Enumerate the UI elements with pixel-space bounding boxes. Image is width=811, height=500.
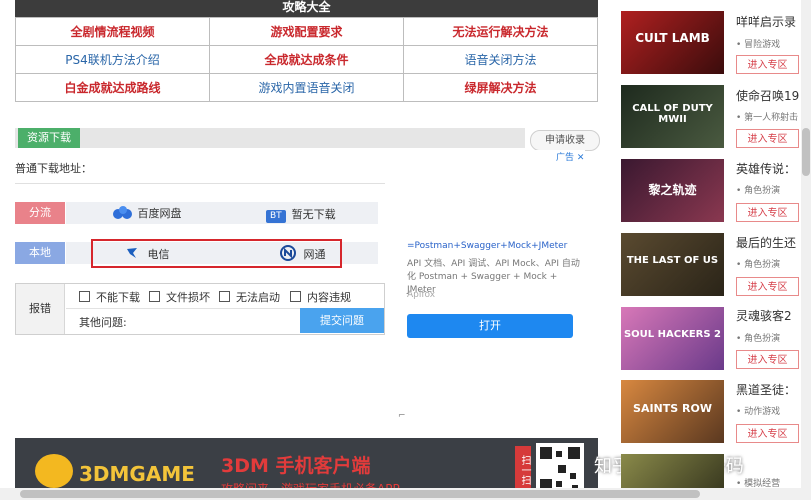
game-title[interactable]: 最后的生还 (736, 234, 796, 251)
game-genre: • 第一人称射击 (736, 113, 799, 123)
guide-table: 全剧情流程视频 游戏配置要求 无法运行解决方法 PS4联机方法介绍 全成就达成条… (15, 17, 598, 102)
game-thumbnail[interactable]: 黎之轨迹 (621, 159, 724, 222)
enter-zone-button[interactable]: 进入专区 (736, 350, 799, 369)
ad-brand: Apifox (407, 290, 436, 300)
submit-report-button[interactable]: 提交问题 (300, 308, 384, 333)
baidu-label: 百度网盘 (137, 207, 182, 220)
checkbox[interactable] (219, 291, 230, 302)
guide-title: 攻略大全 (15, 0, 598, 17)
game-title[interactable]: 灵魂骇客2 (736, 307, 792, 324)
guide-link[interactable]: 游戏内置语音关闭 (209, 73, 404, 102)
game-genre: • 角色扮演 (736, 260, 781, 270)
game-genre: • 冒险游戏 (736, 40, 781, 50)
download-address-label: 普通下载地址： (15, 162, 92, 175)
game-thumbnail[interactable]: CALL OF DUTY MWII (621, 85, 724, 148)
resource-tag: 资源下载 (18, 128, 80, 148)
vertical-scroll-thumb[interactable] (802, 128, 810, 176)
thumb-text: SOUL HACKERS 2 (623, 329, 722, 340)
banner-headline: 3DM 手机客户端 (221, 455, 371, 477)
checkbox[interactable] (290, 291, 301, 302)
enter-zone-button[interactable]: 进入专区 (736, 203, 799, 222)
thumb-text: CULT LAMB (635, 31, 710, 45)
bt-label: 暂无下载 (291, 208, 336, 221)
close-icon[interactable]: ✕ (577, 153, 585, 163)
checkbox[interactable] (79, 291, 90, 302)
enter-zone-button[interactable]: 进入专区 (736, 55, 799, 74)
game-thumbnail[interactable] (621, 454, 724, 488)
apply-listing-button[interactable]: 申请收录 (530, 130, 600, 151)
ad-corner-icon: ⌐ (398, 411, 406, 421)
game-thumbnail[interactable]: THE LAST OF US (621, 233, 724, 296)
report-option-cant-download[interactable]: 不能下载 (79, 289, 140, 305)
baidu-cloud-icon (113, 206, 132, 219)
banner-logo: 3DMGAME (79, 462, 195, 486)
highlight-box (91, 239, 342, 268)
game-title[interactable]: 使命召唤19 (736, 87, 799, 104)
guide-link[interactable]: 游戏配置要求 (209, 17, 404, 46)
ad-title[interactable]: =Postman+Swagger+Mock+JMeter (407, 241, 567, 251)
guide-link[interactable]: 全成就达成条件 (209, 45, 404, 74)
guide-link[interactable]: 白金成就达成路线 (15, 73, 210, 102)
thumb-text: 黎之轨迹 (648, 183, 697, 197)
report-option-label: 文件损坏 (166, 291, 210, 304)
mascot-icon (35, 454, 73, 488)
ad-badge-label: 广告 (556, 153, 575, 163)
game-thumbnail[interactable]: CULT LAMB (621, 11, 724, 74)
game-genre: • 角色扮演 (736, 334, 781, 344)
enter-zone-button[interactable]: 进入专区 (736, 277, 799, 296)
baidu-download-link[interactable]: 百度网盘 (112, 205, 182, 221)
bt-download-link[interactable]: BT 暂无下载 (266, 206, 336, 223)
game-title[interactable]: 咩咩启示录 (736, 13, 796, 30)
report-option-cant-start[interactable]: 无法启动 (219, 289, 280, 305)
guide-link[interactable]: 无法运行解决方法 (403, 17, 598, 46)
divider (66, 308, 300, 309)
banner-scan: 扫一扫 (515, 446, 531, 494)
ad-open-button[interactable]: 打开 (407, 314, 573, 338)
ad-badge[interactable]: 广告 ✕ (556, 150, 584, 163)
bt-badge: BT (266, 210, 286, 223)
report-option-label: 无法启动 (236, 291, 280, 304)
other-issue-input[interactable] (136, 310, 296, 330)
guide-link[interactable]: 语音关闭方法 (403, 45, 598, 74)
report-option-label: 内容违规 (307, 291, 351, 304)
report-option-label: 不能下载 (96, 291, 140, 304)
game-genre: • 角色扮演 (736, 186, 781, 196)
report-option-violation[interactable]: 内容违规 (290, 289, 351, 305)
guide-link[interactable]: 绿屏解决方法 (403, 73, 598, 102)
game-thumbnail[interactable]: SOUL HACKERS 2 (621, 307, 724, 370)
game-thumbnail[interactable]: SAINTS ROW (621, 380, 724, 443)
game-genre: • 动作游戏 (736, 407, 781, 417)
report-option-file-damaged[interactable]: 文件损坏 (149, 289, 210, 305)
split-tag: 分流 (15, 202, 65, 224)
guide-link[interactable]: 全剧情流程视频 (15, 17, 210, 46)
thumb-text: THE LAST OF US (626, 255, 719, 266)
guide-link[interactable]: PS4联机方法介绍 (15, 45, 210, 74)
enter-zone-button[interactable]: 进入专区 (736, 129, 799, 148)
thumb-text: CALL OF DUTY MWII (632, 103, 713, 125)
game-title[interactable]: 英雄传说： (736, 160, 796, 177)
thumb-text: SAINTS ROW (633, 402, 712, 415)
report-label: 报错 (16, 284, 65, 334)
checkbox[interactable] (149, 291, 160, 302)
game-title[interactable]: 黑道圣徒： (736, 381, 796, 398)
resource-bar (15, 128, 525, 148)
horizontal-scroll-thumb[interactable] (20, 490, 700, 498)
divider (15, 183, 385, 184)
other-issue-label: 其他问题: (79, 316, 127, 329)
enter-zone-button[interactable]: 进入专区 (736, 424, 799, 443)
local-tag: 本地 (15, 242, 65, 264)
vertical-scrollbar[interactable] (801, 0, 811, 500)
